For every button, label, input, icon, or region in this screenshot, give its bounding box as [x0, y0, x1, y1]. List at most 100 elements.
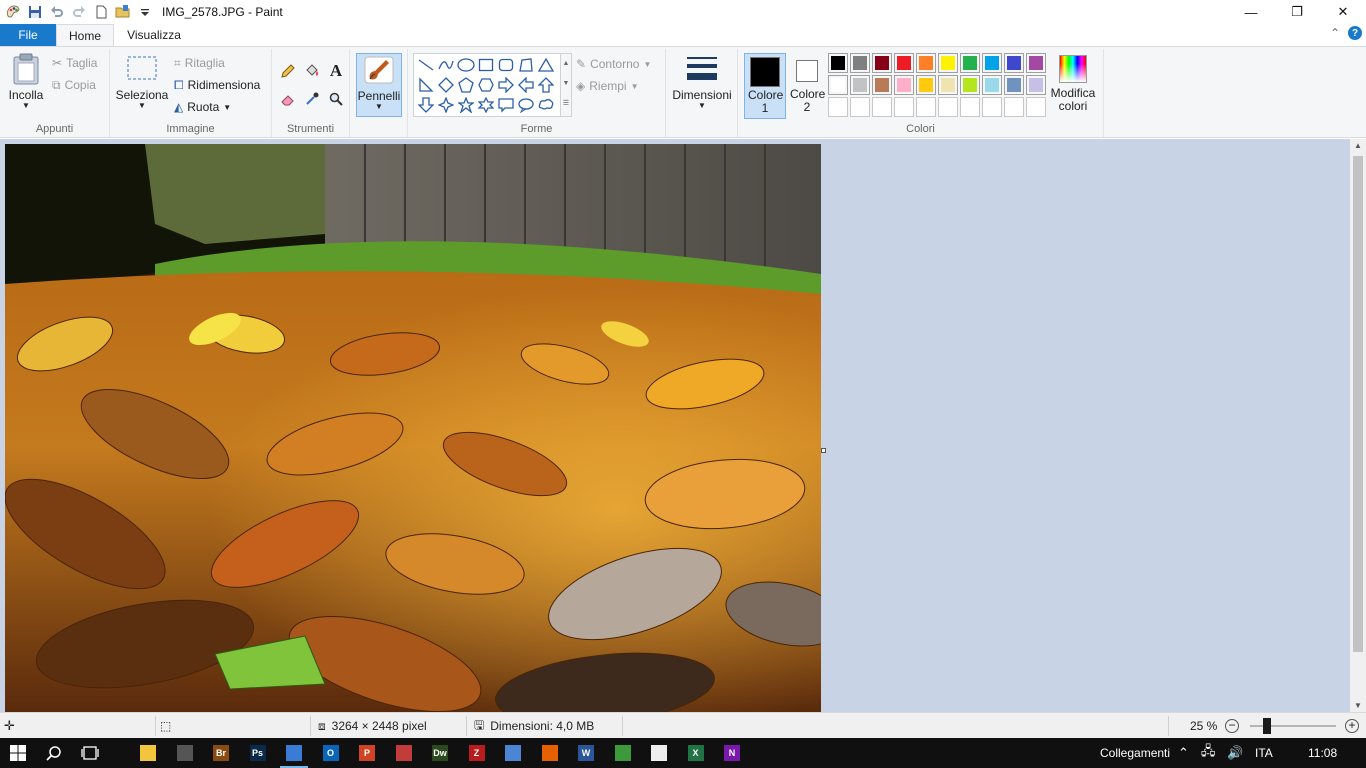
custom-color-slot[interactable]: [894, 97, 914, 117]
six-point-star-shape-icon[interactable]: [476, 95, 496, 115]
zoom-out-button[interactable]: −: [1225, 713, 1239, 739]
custom-color-slot[interactable]: [828, 97, 848, 117]
right-triangle-shape-icon[interactable]: [416, 75, 436, 95]
color1-button[interactable]: Colore 1: [744, 53, 786, 119]
daisydisk-app[interactable]: [386, 738, 422, 768]
palette-swatch[interactable]: [850, 75, 870, 95]
help-icon[interactable]: ?: [1348, 26, 1362, 40]
palette-swatch[interactable]: [850, 53, 870, 73]
palette-swatch[interactable]: [828, 75, 848, 95]
tab-view[interactable]: Visualizza: [116, 24, 192, 46]
triangle-shape-icon[interactable]: [536, 55, 556, 75]
cut-button[interactable]: ✂ Taglia: [52, 53, 97, 73]
custom-color-slot[interactable]: [1004, 97, 1024, 117]
powerpoint-app[interactable]: P: [349, 738, 385, 768]
tab-home[interactable]: Home: [56, 24, 114, 47]
resize-button[interactable]: ⧠ Ridimensiona: [174, 75, 260, 95]
palette-swatch[interactable]: [894, 53, 914, 73]
network-icon[interactable]: 🖧: [1201, 742, 1216, 764]
palette-swatch[interactable]: [1026, 53, 1046, 73]
paste-button[interactable]: Incolla ▼: [4, 53, 48, 119]
color-picker-icon[interactable]: [302, 89, 322, 109]
paint-app[interactable]: [276, 738, 312, 768]
excel-app[interactable]: X: [678, 738, 714, 768]
search-button[interactable]: [36, 738, 72, 768]
custom-color-slot[interactable]: [916, 97, 936, 117]
save-icon[interactable]: [24, 1, 46, 23]
firefox-app[interactable]: [532, 738, 568, 768]
oval-callout-shape-icon[interactable]: [516, 95, 536, 115]
eraser-icon[interactable]: [278, 89, 298, 109]
palette-swatch[interactable]: [982, 53, 1002, 73]
left-arrow-shape-icon[interactable]: [516, 75, 536, 95]
palette-swatch[interactable]: [1004, 75, 1024, 95]
custom-color-slot[interactable]: [872, 97, 892, 117]
scroll-down-icon[interactable]: ▼: [1350, 701, 1366, 710]
outline-button[interactable]: ✎ Contorno ▼: [576, 54, 651, 74]
start-button[interactable]: [0, 738, 36, 768]
volume-icon[interactable]: 🔊: [1227, 745, 1243, 761]
zoom-in-button[interactable]: +: [1345, 713, 1359, 739]
palette-swatch[interactable]: [1004, 53, 1024, 73]
color2-button[interactable]: Colore 2: [788, 53, 826, 119]
rounded-rectangle-shape-icon[interactable]: [496, 55, 516, 75]
edit-colors-button[interactable]: Modifica colori: [1046, 53, 1100, 119]
restore-button[interactable]: ❐: [1274, 0, 1320, 24]
up-arrow-shape-icon[interactable]: [536, 75, 556, 95]
chevron-up-icon[interactable]: ⌃: [1178, 745, 1189, 761]
palette-swatch[interactable]: [916, 53, 936, 73]
customize-qat-icon[interactable]: [134, 1, 156, 23]
cloud-callout-shape-icon[interactable]: [536, 95, 556, 115]
custom-color-slot[interactable]: [982, 97, 1002, 117]
new-file-icon[interactable]: [90, 1, 112, 23]
redo-icon[interactable]: [68, 1, 90, 23]
rect-callout-shape-icon[interactable]: [496, 95, 516, 115]
scrollbar-thumb[interactable]: [1353, 156, 1363, 652]
custom-color-slot[interactable]: [1026, 97, 1046, 117]
size-button[interactable]: Dimensioni ▼: [670, 53, 734, 119]
explorer-app[interactable]: [130, 738, 166, 768]
custom-color-slot[interactable]: [938, 97, 958, 117]
fill-button[interactable]: ◈ Riempi ▼: [576, 76, 639, 96]
hexagon-shape-icon[interactable]: [476, 75, 496, 95]
close-button[interactable]: ✕: [1320, 0, 1366, 24]
crop-button[interactable]: ⌗ Ritaglia: [174, 53, 225, 73]
word-app[interactable]: W: [568, 738, 604, 768]
minimize-button[interactable]: —: [1228, 0, 1274, 24]
dreamweaver-app[interactable]: Dw: [422, 738, 458, 768]
filezilla-app[interactable]: Z: [459, 738, 495, 768]
file-app[interactable]: [641, 738, 677, 768]
five-point-star-shape-icon[interactable]: [456, 95, 476, 115]
palette-swatch[interactable]: [960, 75, 980, 95]
bridge-app[interactable]: Br: [203, 738, 239, 768]
camera-app[interactable]: [167, 738, 203, 768]
undo-icon[interactable]: [46, 1, 68, 23]
text-icon[interactable]: A: [326, 61, 346, 81]
palette-swatch[interactable]: [938, 75, 958, 95]
palette-swatch[interactable]: [828, 53, 848, 73]
green-app[interactable]: [605, 738, 641, 768]
canvas-resize-handle[interactable]: [821, 448, 826, 453]
open-folder-icon[interactable]: [112, 1, 134, 23]
tab-file[interactable]: File: [0, 24, 56, 46]
diamond-shape-icon[interactable]: [436, 75, 456, 95]
zoom-slider[interactable]: [1250, 718, 1336, 734]
vertical-scrollbar[interactable]: ▲ ▼: [1350, 139, 1366, 712]
task-view-button[interactable]: [72, 738, 108, 768]
palette-swatch[interactable]: [938, 53, 958, 73]
zoom-slider-thumb[interactable]: [1263, 718, 1271, 734]
palette-swatch[interactable]: [1026, 75, 1046, 95]
brushes-button[interactable]: Pennelli ▼: [356, 53, 402, 117]
oval-shape-icon[interactable]: [456, 55, 476, 75]
rotate-button[interactable]: ◭ Ruota ▼: [174, 97, 231, 117]
onenote-app[interactable]: N: [714, 738, 750, 768]
four-point-star-shape-icon[interactable]: [436, 95, 456, 115]
palette-swatch[interactable]: [916, 75, 936, 95]
palette-swatch[interactable]: [982, 75, 1002, 95]
palette-swatch[interactable]: [960, 53, 980, 73]
outlook-app[interactable]: O: [313, 738, 349, 768]
palette-swatch[interactable]: [872, 53, 892, 73]
rectangle-shape-icon[interactable]: [476, 55, 496, 75]
palette-swatch[interactable]: [872, 75, 892, 95]
pentagon-shape-icon[interactable]: [456, 75, 476, 95]
